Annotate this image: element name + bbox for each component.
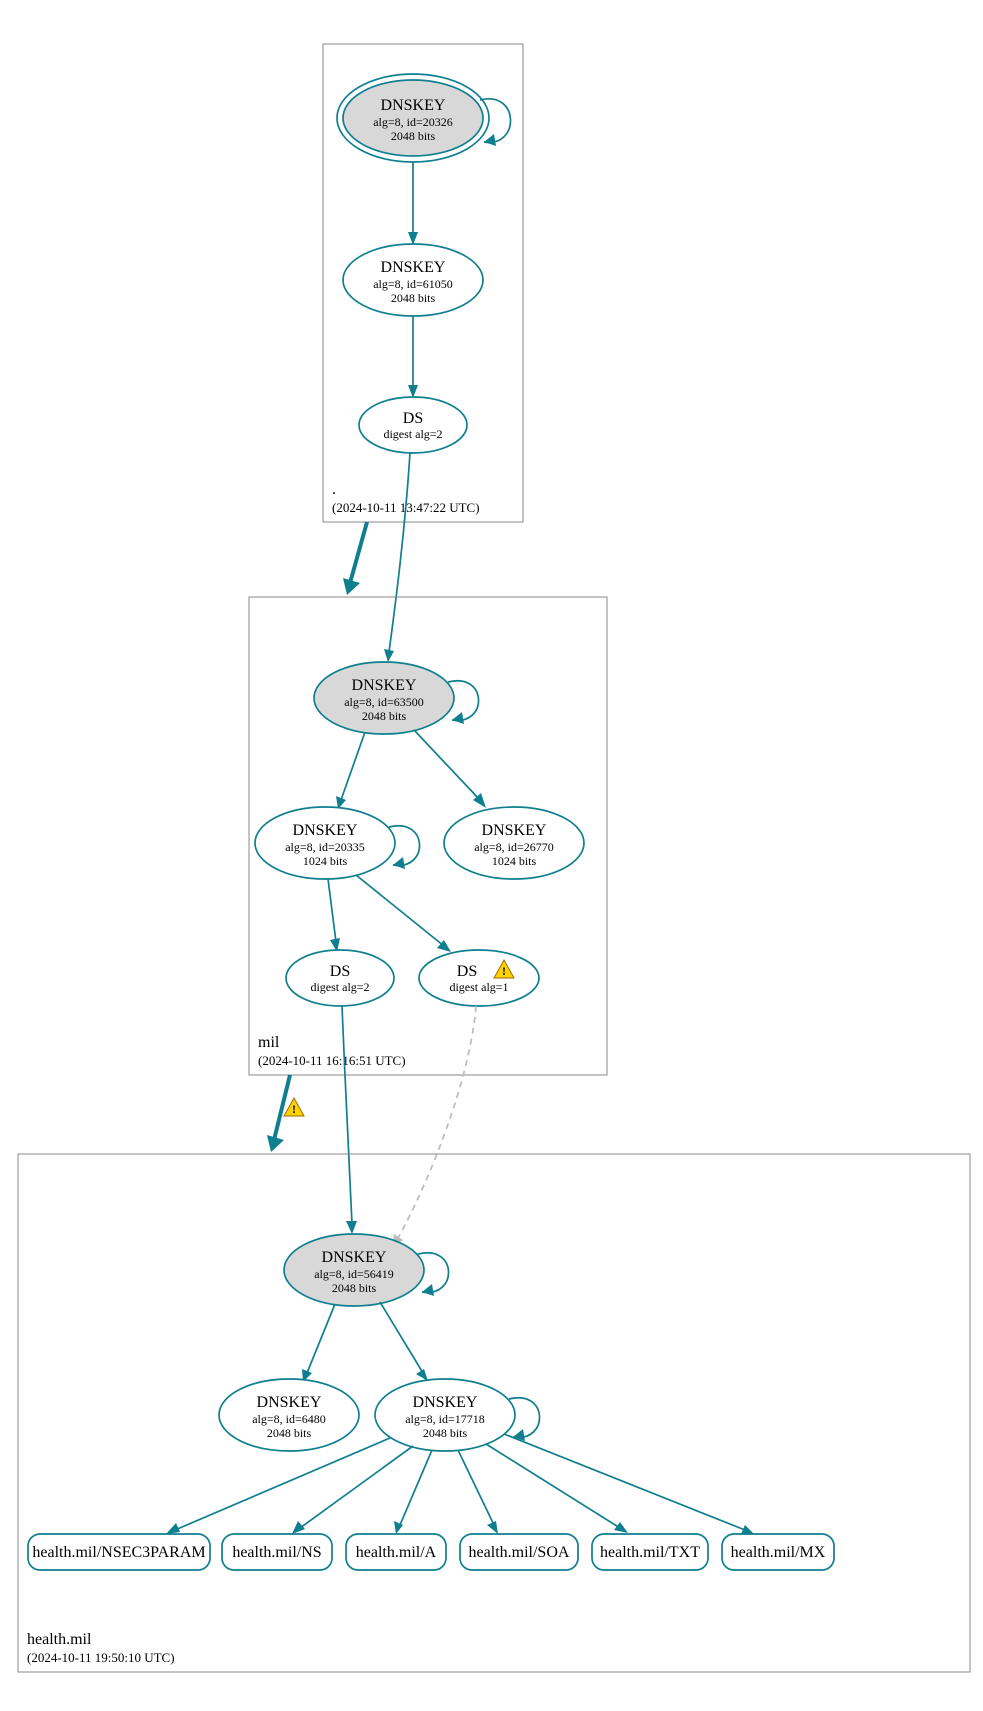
- edge-zsk2-r2: [300, 1446, 413, 1528]
- svg-text:DS: DS: [330, 963, 350, 980]
- svg-text:2048 bits: 2048 bits: [423, 1426, 468, 1440]
- zone-health-name: health.mil: [27, 1631, 92, 1648]
- record-soa: health.mil/SOA: [460, 1534, 578, 1570]
- svg-text:alg=8, id=56419: alg=8, id=56419: [314, 1267, 394, 1281]
- record-mx: health.mil/MX: [722, 1534, 834, 1570]
- edge-zsk2-r5: [486, 1444, 620, 1528]
- svg-text:2048 bits: 2048 bits: [332, 1281, 377, 1295]
- edge-zone-mil-to-health: [274, 1075, 290, 1140]
- svg-text:alg=8, id=17718: alg=8, id=17718: [405, 1412, 485, 1426]
- zone-mil-name: mil: [258, 1034, 280, 1051]
- svg-text:alg=8, id=26770: alg=8, id=26770: [474, 840, 554, 854]
- node-root-ds: DS digest alg=2: [359, 397, 467, 453]
- svg-text:2048 bits: 2048 bits: [391, 291, 436, 305]
- svg-text:DNSKEY: DNSKEY: [257, 1394, 322, 1411]
- edge-zsk2-r3: [400, 1450, 432, 1525]
- record-nsec3param: health.mil/NSEC3PARAM: [28, 1534, 210, 1570]
- node-root-zsk: DNSKEY alg=8, id=61050 2048 bits: [343, 244, 483, 316]
- svg-text:DS: DS: [457, 963, 477, 980]
- node-health-zsk1: DNSKEY alg=8, id=6480 2048 bits: [219, 1379, 359, 1451]
- svg-text:alg=8, id=63500: alg=8, id=63500: [344, 695, 424, 709]
- svg-text:!: !: [292, 1102, 296, 1116]
- record-txt: health.mil/TXT: [592, 1534, 708, 1570]
- svg-text:alg=8, id=6480: alg=8, id=6480: [252, 1412, 326, 1426]
- svg-text:2048 bits: 2048 bits: [267, 1426, 312, 1440]
- edge-mil-zsk1-ds1: [328, 879, 336, 942]
- node-mil-ksk: DNSKEY alg=8, id=63500 2048 bits: [314, 662, 454, 734]
- node-health-zsk2: DNSKEY alg=8, id=17718 2048 bits: [375, 1379, 515, 1451]
- edge-health-ksk-zsk2: [380, 1302, 423, 1373]
- node-mil-zsk1: DNSKEY alg=8, id=20335 1024 bits: [255, 807, 395, 879]
- svg-text:1024 bits: 1024 bits: [492, 854, 537, 868]
- svg-text:1024 bits: 1024 bits: [303, 854, 348, 868]
- svg-text:DNSKEY: DNSKEY: [482, 822, 547, 839]
- warning-icon: !: [284, 1098, 304, 1116]
- svg-text:DNSKEY: DNSKEY: [293, 822, 358, 839]
- svg-text:health.mil/TXT: health.mil/TXT: [600, 1544, 700, 1561]
- svg-text:DNSKEY: DNSKEY: [381, 259, 446, 276]
- svg-text:DS: DS: [403, 410, 423, 427]
- edge-mil-ksk-zsk2: [414, 730, 480, 800]
- node-mil-ds2: DS digest alg=1 !: [419, 950, 539, 1006]
- record-a: health.mil/A: [346, 1534, 446, 1570]
- node-health-ksk: DNSKEY alg=8, id=56419 2048 bits: [284, 1234, 424, 1306]
- svg-text:2048 bits: 2048 bits: [391, 129, 436, 143]
- svg-text:digest alg=2: digest alg=2: [383, 427, 442, 441]
- svg-text:health.mil/SOA: health.mil/SOA: [469, 1544, 570, 1561]
- edge-zsk2-r1: [175, 1438, 390, 1530]
- svg-text:DNSKEY: DNSKEY: [413, 1394, 478, 1411]
- svg-text:digest alg=1: digest alg=1: [449, 980, 508, 994]
- dnssec-graph: . (2024-10-11 13:47:22 UTC) DNSKEY alg=8…: [0, 0, 983, 1711]
- edge-zone-root-to-mil: [350, 522, 367, 583]
- svg-text:DNSKEY: DNSKEY: [381, 97, 446, 114]
- edge-mil-ksk-zsk1: [341, 732, 365, 800]
- zone-root-name: .: [332, 481, 336, 498]
- zone-health-timestamp: (2024-10-11 19:50:10 UTC): [27, 1650, 175, 1665]
- svg-text:alg=8, id=61050: alg=8, id=61050: [373, 277, 453, 291]
- svg-text:DNSKEY: DNSKEY: [352, 677, 417, 694]
- edge-mil-ds2-to-health-ksk: [397, 1006, 476, 1240]
- svg-text:health.mil/A: health.mil/A: [356, 1544, 437, 1561]
- edge-zsk2-r4: [458, 1450, 494, 1525]
- node-root-ksk: DNSKEY alg=8, id=20326 2048 bits: [337, 74, 489, 162]
- record-ns: health.mil/NS: [222, 1534, 332, 1570]
- edge-root-ds-to-mil-ksk: [389, 453, 410, 652]
- svg-text:health.mil/NS: health.mil/NS: [232, 1544, 321, 1561]
- edge-mil-zsk1-ds2: [356, 875, 444, 946]
- svg-text:!: !: [502, 964, 506, 978]
- edge-root-ksk-self: [480, 99, 511, 143]
- svg-text:health.mil/NSEC3PARAM: health.mil/NSEC3PARAM: [32, 1544, 205, 1561]
- zone-mil-timestamp: (2024-10-11 16:16:51 UTC): [258, 1053, 406, 1068]
- svg-text:2048 bits: 2048 bits: [362, 709, 407, 723]
- edge-health-ksk-zsk1: [307, 1304, 335, 1373]
- edge-zsk2-r6: [504, 1434, 745, 1530]
- svg-text:health.mil/MX: health.mil/MX: [731, 1544, 826, 1561]
- node-mil-ds1: DS digest alg=2: [286, 950, 394, 1006]
- svg-text:digest alg=2: digest alg=2: [310, 980, 369, 994]
- svg-text:DNSKEY: DNSKEY: [322, 1249, 387, 1266]
- svg-text:alg=8, id=20335: alg=8, id=20335: [285, 840, 365, 854]
- edge-mil-ds1-to-health-ksk: [342, 1006, 352, 1224]
- svg-text:alg=8, id=20326: alg=8, id=20326: [373, 115, 453, 129]
- node-mil-zsk2: DNSKEY alg=8, id=26770 1024 bits: [444, 807, 584, 879]
